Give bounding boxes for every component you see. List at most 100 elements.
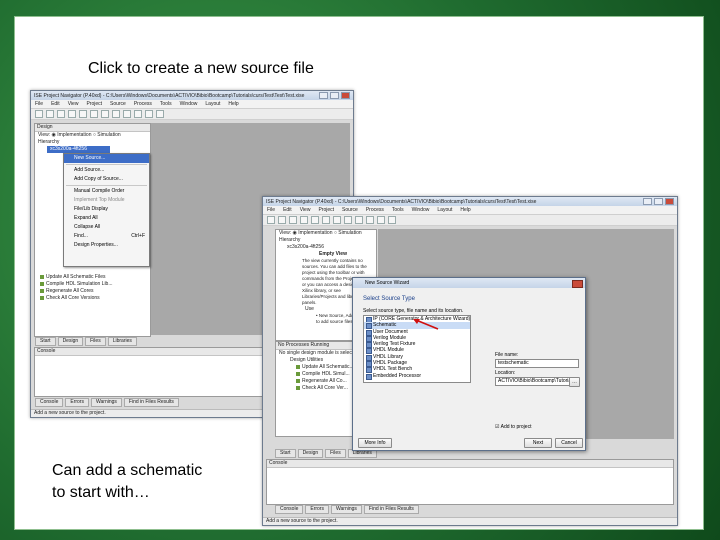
location-input[interactable]: ACTIVIO\Bibio\Bootcamp\Tutorials\cursiTe… <box>495 377 571 386</box>
undo-icon[interactable] <box>101 110 109 118</box>
run-icon[interactable] <box>377 216 385 224</box>
back-design-tabs: Start Design Files Libraries <box>35 337 137 346</box>
menu-source[interactable]: Source <box>110 101 126 107</box>
close-button[interactable] <box>665 198 674 205</box>
back-menubar: File Edit View Project Source Process To… <box>31 100 353 109</box>
maximize-button[interactable] <box>330 92 339 99</box>
new-file-icon[interactable] <box>267 216 275 224</box>
menu-item-find[interactable]: Find... Ctrl+F <box>64 232 149 241</box>
tab-find-in-files[interactable]: Find in Files Results <box>363 505 419 514</box>
menu-project[interactable]: Project <box>86 101 102 107</box>
menu-view[interactable]: View <box>300 207 311 213</box>
menu-item-manual-compile-order[interactable]: Manual Compile Order <box>64 187 149 196</box>
menu-file[interactable]: File <box>35 101 43 107</box>
menu-process[interactable]: Process <box>134 101 152 107</box>
help-icon[interactable] <box>388 216 396 224</box>
menu-item-design-properties[interactable]: Design Properties... <box>64 241 149 250</box>
process-row[interactable]: Regenerate All Cores <box>37 288 147 295</box>
find-icon[interactable] <box>123 110 131 118</box>
new-file-icon[interactable] <box>35 110 43 118</box>
redo-icon[interactable] <box>344 216 352 224</box>
tab-warnings[interactable]: Warnings <box>90 398 122 407</box>
menu-view[interactable]: View <box>68 101 79 107</box>
source-type-embedded-processor[interactable]: Embedded Processor <box>364 373 470 381</box>
file-name-label: File name: <box>495 352 519 358</box>
menu-tools[interactable]: Tools <box>160 101 172 107</box>
tab-console[interactable]: Console <box>275 505 304 514</box>
tab-warnings[interactable]: Warnings <box>330 505 362 514</box>
cancel-button[interactable]: Cancel <box>555 438 583 448</box>
redo-icon[interactable] <box>112 110 120 118</box>
tab-console[interactable]: Console <box>35 398 64 407</box>
hierarchy-root-item[interactable]: xc3s200a-4ft256 <box>284 244 376 251</box>
menu-layout[interactable]: Layout <box>205 101 220 107</box>
tab-files[interactable]: Files <box>85 337 106 346</box>
save-icon[interactable] <box>57 110 65 118</box>
zoom-icon[interactable] <box>134 110 142 118</box>
zoom-icon[interactable] <box>366 216 374 224</box>
process-icon <box>40 295 44 300</box>
copy-icon[interactable] <box>311 216 319 224</box>
open-icon[interactable] <box>278 216 286 224</box>
cut-icon[interactable] <box>300 216 308 224</box>
menu-edit[interactable]: Edit <box>51 101 60 107</box>
menu-help[interactable]: Help <box>228 101 238 107</box>
menu-item-new-source[interactable]: New Source... <box>64 154 149 163</box>
open-icon[interactable] <box>46 110 54 118</box>
menu-edit[interactable]: Edit <box>283 207 292 213</box>
tab-start[interactable]: Start <box>275 449 296 458</box>
menu-item-implement-top-module[interactable]: Implement Top Module <box>64 196 149 205</box>
front-menubar: File Edit View Project Source Process To… <box>263 206 677 215</box>
file-name-input[interactable]: testschematic <box>495 359 579 368</box>
minimize-button[interactable] <box>319 92 328 99</box>
tab-start[interactable]: Start <box>35 337 56 346</box>
menu-source[interactable]: Source <box>342 207 358 213</box>
browse-button[interactable]: … <box>569 377 580 387</box>
copy-icon[interactable] <box>79 110 87 118</box>
menu-window[interactable]: Window <box>412 207 430 213</box>
minimize-button[interactable] <box>643 198 652 205</box>
add-to-project-checkbox[interactable]: ☑ Add to project <box>495 424 531 430</box>
process-row[interactable]: Update All Schematic Files <box>37 274 147 281</box>
menu-layout[interactable]: Layout <box>437 207 452 213</box>
front-toolbar <box>263 215 677 226</box>
back-toolbar <box>31 109 353 120</box>
tab-design[interactable]: Design <box>297 449 324 458</box>
tab-files[interactable]: Files <box>325 449 346 458</box>
menu-process[interactable]: Process <box>366 207 384 213</box>
help-icon[interactable] <box>156 110 164 118</box>
menu-file[interactable]: File <box>267 207 275 213</box>
next-button[interactable]: Next <box>524 438 552 448</box>
menu-tools[interactable]: Tools <box>392 207 404 213</box>
save-icon[interactable] <box>289 216 297 224</box>
close-button[interactable] <box>341 92 350 99</box>
tab-errors[interactable]: Errors <box>65 398 89 407</box>
process-row[interactable]: Compile HDL Simulation Lib... <box>37 281 147 288</box>
process-row[interactable]: Check All Core Versions <box>37 295 147 302</box>
bottom-caption-line2: to start with… <box>52 484 150 501</box>
more-info-button[interactable]: More Info <box>358 438 392 448</box>
dialog-close-button[interactable] <box>572 280 583 288</box>
tab-libraries[interactable]: Libraries <box>107 337 137 346</box>
hierarchy-root-item[interactable]: xc3s200a-4ft256 <box>47 146 110 153</box>
tab-find-in-files[interactable]: Find in Files Results <box>123 398 179 407</box>
menu-item-add-source[interactable]: Add Source... <box>64 166 149 175</box>
process-label: Check All Core Ver... <box>302 385 348 391</box>
menu-item-expand-all[interactable]: Expand All <box>64 214 149 223</box>
maximize-button[interactable] <box>654 198 663 205</box>
paste-icon[interactable] <box>90 110 98 118</box>
menu-item-file-lib-display[interactable]: File/Lib Display <box>64 205 149 214</box>
undo-icon[interactable] <box>333 216 341 224</box>
menu-project[interactable]: Project <box>318 207 334 213</box>
process-icon <box>296 385 300 390</box>
menu-help[interactable]: Help <box>460 207 470 213</box>
find-icon[interactable] <box>355 216 363 224</box>
menu-item-collapse-all[interactable]: Collapse All <box>64 223 149 232</box>
paste-icon[interactable] <box>322 216 330 224</box>
menu-window[interactable]: Window <box>180 101 198 107</box>
cut-icon[interactable] <box>68 110 76 118</box>
run-icon[interactable] <box>145 110 153 118</box>
menu-item-add-copy-of-source[interactable]: Add Copy of Source... <box>64 175 149 184</box>
tab-design[interactable]: Design <box>57 337 84 346</box>
tab-errors[interactable]: Errors <box>305 505 329 514</box>
